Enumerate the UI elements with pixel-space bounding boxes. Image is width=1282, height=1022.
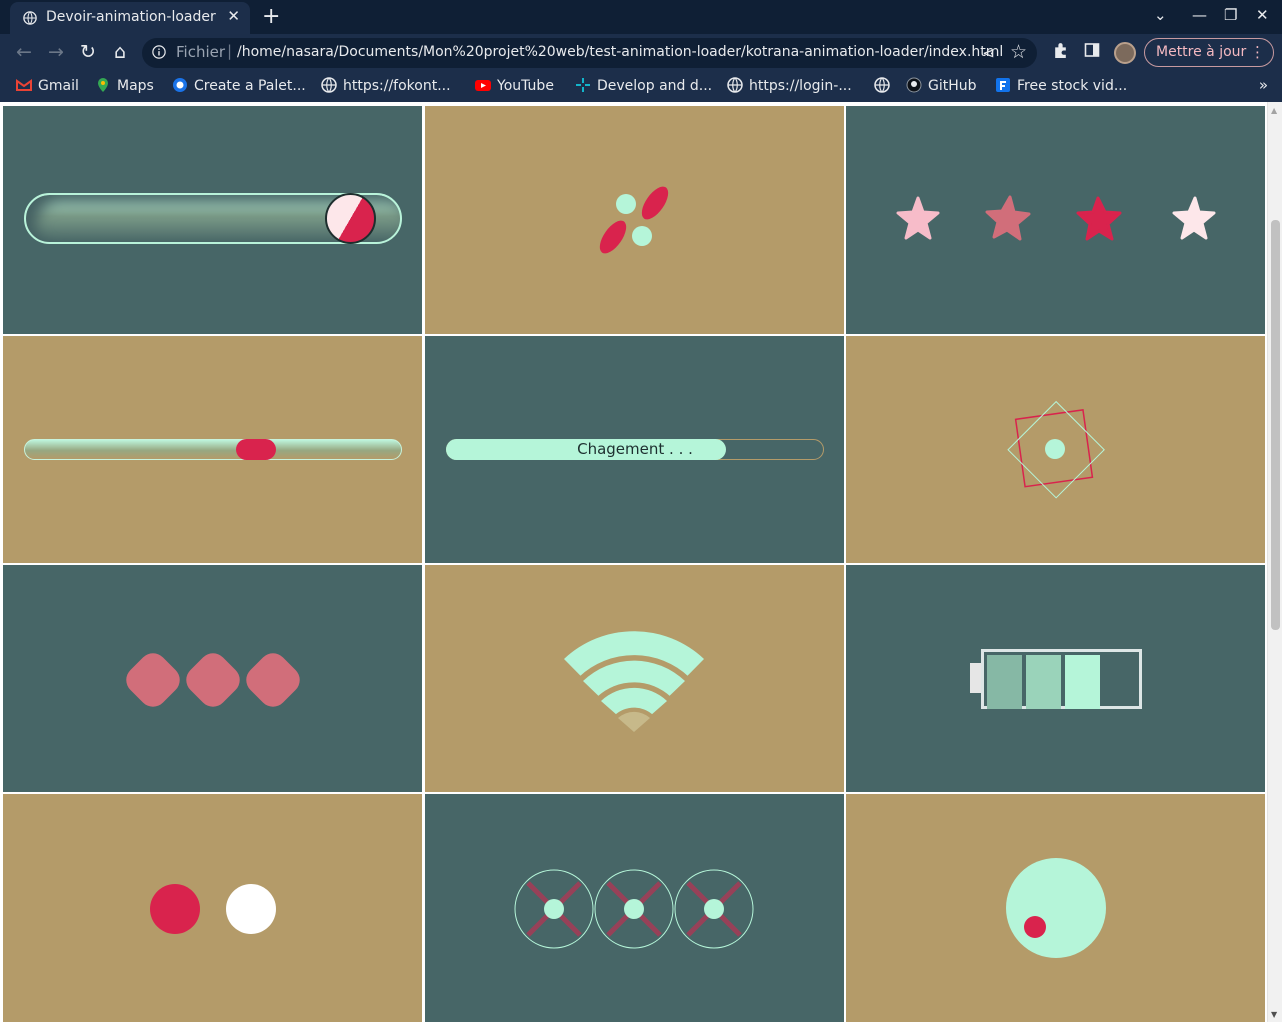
- loader-ball: [325, 193, 376, 244]
- bookmark-untitled[interactable]: [874, 77, 896, 94]
- stars-graphic: [896, 195, 1216, 241]
- reload-icon[interactable]: ↻: [76, 40, 100, 64]
- home-icon[interactable]: ⌂: [108, 40, 132, 64]
- orbit-shapes-graphic: [599, 186, 669, 254]
- back-icon[interactable]: ←: [12, 40, 36, 64]
- more-bookmarks-icon[interactable]: »: [1259, 76, 1268, 94]
- profile-avatar[interactable]: [1114, 42, 1136, 64]
- close-tab-icon[interactable]: ✕: [227, 7, 240, 25]
- side-panel-icon[interactable]: [1084, 42, 1100, 58]
- bookmark-fokont[interactable]: https://fokont...: [321, 77, 451, 94]
- scrollbar-thumb[interactable]: [1271, 220, 1280, 630]
- minimize-icon[interactable]: —: [1192, 6, 1207, 24]
- loader-pill-ball: [3, 106, 422, 334]
- bookmark-label: https://fokont...: [343, 78, 451, 94]
- bookmark-youtube[interactable]: YouTube: [475, 77, 554, 94]
- blobs-graphic: [126, 653, 300, 707]
- url-scheme: Fichier: [176, 43, 226, 61]
- extensions-icon[interactable]: [1052, 42, 1069, 59]
- loader-blobs: [3, 565, 422, 792]
- bookmark-login[interactable]: https://login-...: [727, 77, 852, 94]
- bookmark-label: Free stock vid...: [1017, 78, 1128, 94]
- battery-segment: [1026, 655, 1061, 709]
- loader-orbit-shapes: [425, 106, 844, 334]
- toolbar: ← → ↻ ⌂ Fichier | /home/nasara/Documents…: [0, 34, 1282, 72]
- loader-satellite-dot: [1024, 916, 1046, 938]
- url-text[interactable]: /home/nasara/Documents/Mon%20projet%20we…: [237, 44, 1003, 60]
- loader-rotating-squares: [846, 336, 1265, 563]
- palette-site-icon: [173, 78, 187, 92]
- loader-progress: Chagement . . .: [425, 336, 844, 563]
- freepik-icon: [996, 78, 1010, 92]
- bookmark-label: https://login-...: [749, 78, 852, 94]
- bookmark-label: Develop and d...: [597, 78, 713, 94]
- chevron-down-icon[interactable]: ⌄: [1154, 6, 1167, 24]
- wifi-icon: [564, 631, 704, 732]
- maps-icon: [98, 78, 108, 92]
- progress-label: Chagement . . .: [577, 440, 693, 458]
- tab-strip: Devoir-animation-loader ✕ + ⌄ — ❐ ✕: [0, 0, 1282, 34]
- github-icon: [906, 77, 922, 93]
- update-button-label: Mettre à jour: [1156, 44, 1247, 60]
- menu-icon[interactable]: ⋮: [1250, 43, 1265, 61]
- youtube-icon: [475, 80, 491, 91]
- url-separator: |: [227, 42, 233, 60]
- loader-dot: [226, 884, 276, 934]
- loader-orbit-circle: [846, 794, 1265, 1022]
- star-icon: [985, 195, 1031, 241]
- loader-battery: [846, 565, 1265, 792]
- loader-track: [24, 439, 402, 460]
- bookmark-github[interactable]: GitHub: [906, 77, 977, 94]
- bookmark-label: Create a Palet...: [194, 78, 306, 94]
- bookmark-gmail[interactable]: Gmail: [16, 77, 79, 94]
- battery-segment: [987, 655, 1022, 709]
- update-button[interactable]: Mettre à jour ⋮: [1144, 38, 1274, 67]
- forward-icon[interactable]: →: [44, 40, 68, 64]
- loader-two-dots: [3, 794, 422, 1022]
- tab-active[interactable]: Devoir-animation-loader ✕: [10, 2, 250, 34]
- new-tab-button[interactable]: +: [262, 4, 280, 29]
- loader-crossed-rings: [425, 794, 844, 1022]
- restore-icon[interactable]: ❐: [1224, 6, 1237, 24]
- gmail-icon: [16, 79, 32, 91]
- crossed-rings-graphic: [514, 869, 754, 949]
- bookmark-freestock[interactable]: Free stock vid...: [995, 77, 1127, 94]
- share-icon[interactable]: ⋖: [982, 44, 995, 62]
- bookmark-develop[interactable]: Develop and d...: [575, 77, 712, 94]
- globe-icon: [874, 77, 890, 93]
- bookmark-label: Maps: [117, 78, 154, 94]
- loader-wifi: [425, 565, 844, 792]
- scroll-up-icon[interactable]: ▲: [1271, 106, 1277, 115]
- globe-icon: [727, 77, 743, 93]
- loader-dot: [150, 884, 200, 934]
- bookmark-star-icon[interactable]: ☆: [1010, 41, 1027, 63]
- bookmark-label: YouTube: [497, 78, 554, 94]
- scroll-down-icon[interactable]: ▼: [1271, 1010, 1277, 1019]
- battery-segment: [1065, 655, 1100, 709]
- bookmark-maps[interactable]: Maps: [95, 77, 154, 94]
- rotating-squares-graphic: [1007, 400, 1105, 499]
- bookmark-label: GitHub: [928, 78, 977, 94]
- bookmarks-bar: Gmail Maps Create a Palet... https://fok…: [0, 72, 1282, 102]
- star-icon: [1076, 196, 1122, 241]
- info-icon[interactable]: [152, 45, 166, 59]
- loader-slider: [3, 336, 422, 563]
- close-window-icon[interactable]: ✕: [1256, 6, 1269, 24]
- globe-icon: [321, 77, 337, 93]
- battery-icon: [981, 649, 1142, 709]
- sparkle-icon: [576, 78, 590, 92]
- star-icon: [896, 196, 940, 240]
- vertical-scrollbar[interactable]: ▲ ▼: [1267, 102, 1282, 1022]
- loader-capsule: [236, 439, 276, 460]
- address-bar[interactable]: Fichier | /home/nasara/Documents/Mon%20p…: [142, 38, 1037, 68]
- globe-icon: [23, 11, 37, 25]
- star-icon: [1172, 196, 1216, 240]
- tab-title: Devoir-animation-loader: [46, 9, 216, 25]
- bookmark-label: Gmail: [38, 78, 79, 94]
- loader-stars: [846, 106, 1265, 334]
- loader-circle: [1006, 858, 1106, 958]
- page-viewport: Chagement . . . ▲ ▼: [0, 102, 1282, 1022]
- bookmark-palette[interactable]: Create a Palet...: [172, 77, 306, 94]
